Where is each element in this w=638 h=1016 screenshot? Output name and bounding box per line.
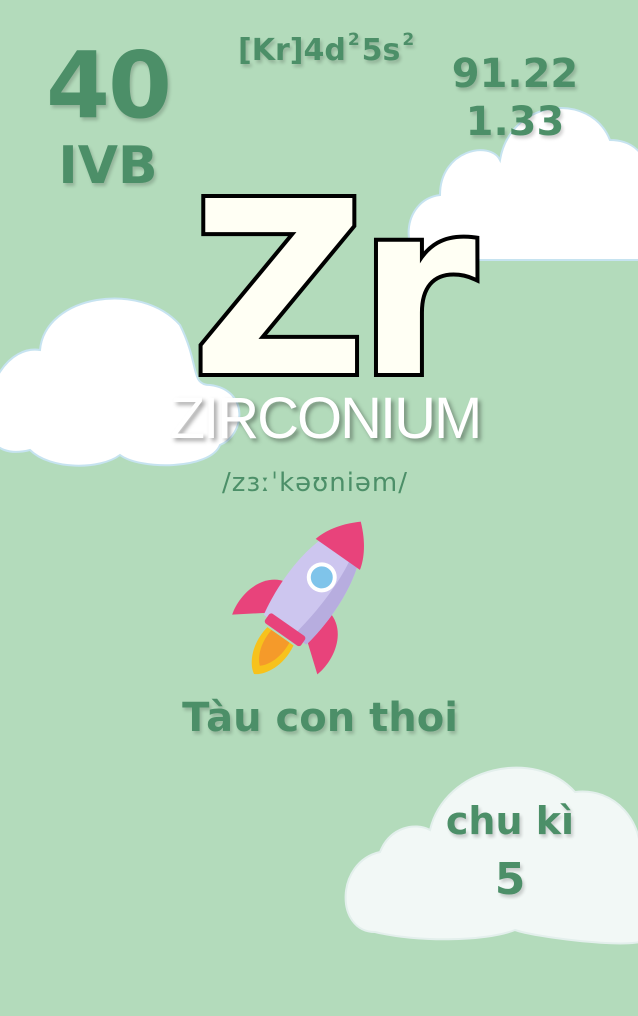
period-label: chu kì [445, 799, 575, 843]
config-exponent-1: 2 [347, 30, 360, 50]
cloud-bottom-right [344, 766, 638, 945]
config-mid: 5s [361, 33, 401, 68]
electron-configuration: [Kr]4d 25s 2 [238, 32, 416, 68]
atomic-number: 40 [45, 32, 172, 139]
rocket-icon [232, 521, 364, 675]
config-exponent-2: 2 [402, 30, 415, 50]
element-symbol: Zr [188, 150, 480, 430]
illustration-label: Tàu con thoi [182, 695, 458, 741]
pronunciation: /zɜːˈkəʊniəm/ [221, 468, 409, 498]
group-label: IVB [58, 136, 158, 196]
atomic-mass: 91.22 [451, 51, 579, 97]
electronegativity: 1.33 [465, 99, 565, 145]
config-base: [Kr]4d [238, 33, 346, 68]
period-value: 5 [494, 854, 526, 905]
element-name: ZIRCONIUM [169, 386, 483, 451]
